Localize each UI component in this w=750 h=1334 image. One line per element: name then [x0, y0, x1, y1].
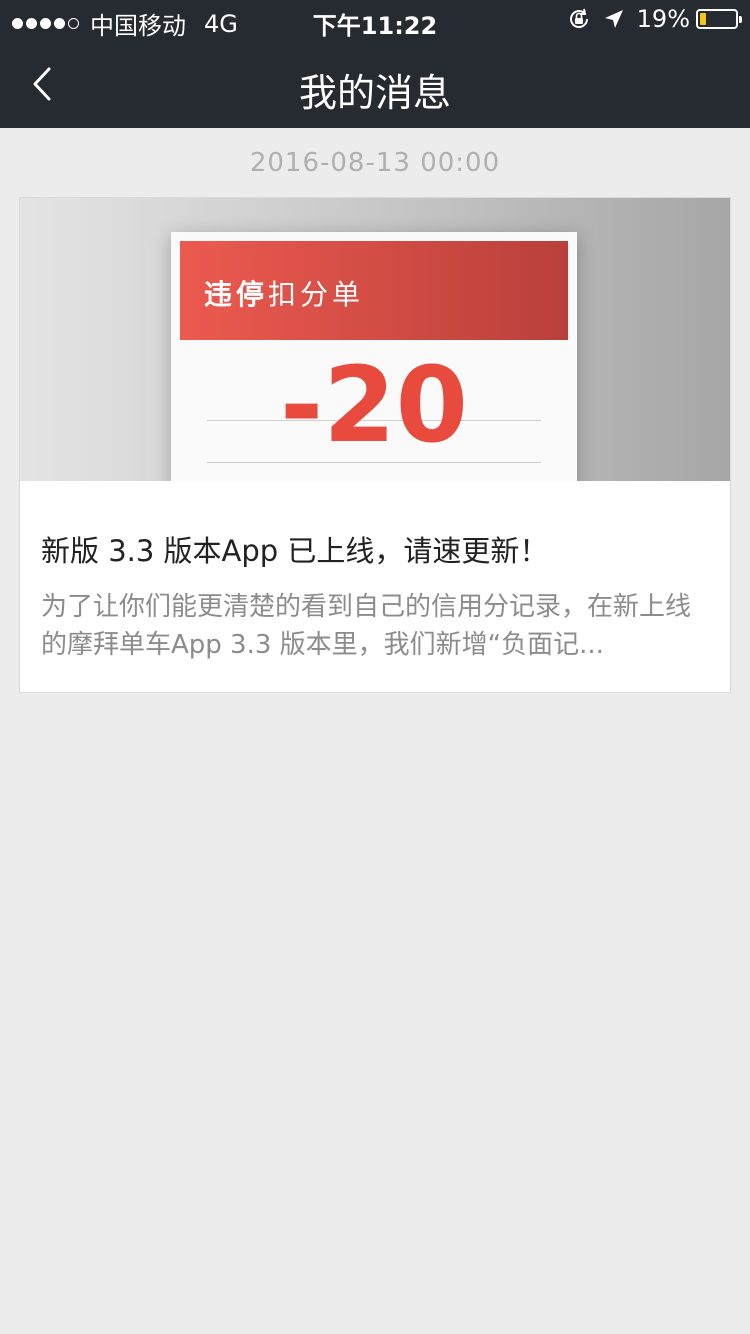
message-description: 为了让你们能更清楚的看到自己的信用分记录，在新上线的摩拜单车App 3.3 版本… [41, 592, 692, 660]
ticket-header-normal: 扣分单 [268, 278, 365, 311]
ticket-header: 违停扣分单 [180, 241, 568, 340]
ticket-header-text: 违停扣分单 [204, 273, 364, 313]
page-title: 我的消息 [298, 71, 451, 115]
message-card[interactable]: 违停扣分单 -20 新版 3.3 版本App 已上线，请速更新！ 为了让你们能更… [19, 197, 731, 693]
message-timestamp: 2016-08-13 00:00 [249, 148, 501, 178]
message-image: 违停扣分单 -20 [20, 198, 730, 481]
battery-level [700, 13, 706, 25]
ticket-penalty-number: -20 [280, 344, 468, 466]
ticket-header-bold: 违停 [204, 278, 269, 311]
battery-tip [739, 16, 742, 23]
status-bar: 中国移动 4G 下午11:22 19% [0, 0, 750, 40]
message-title: 新版 3.3 版本App 已上线，请速更新！ [41, 534, 549, 568]
penalty-ticket-illustration: 违停扣分单 -20 [171, 232, 577, 481]
battery-percent: 19% [636, 5, 690, 33]
status-right: 19% [567, 5, 742, 33]
location-arrow-icon [603, 8, 625, 30]
battery-icon [696, 9, 742, 29]
navigation-bar: 我的消息 [0, 40, 750, 128]
rotation-lock-icon [567, 7, 591, 31]
